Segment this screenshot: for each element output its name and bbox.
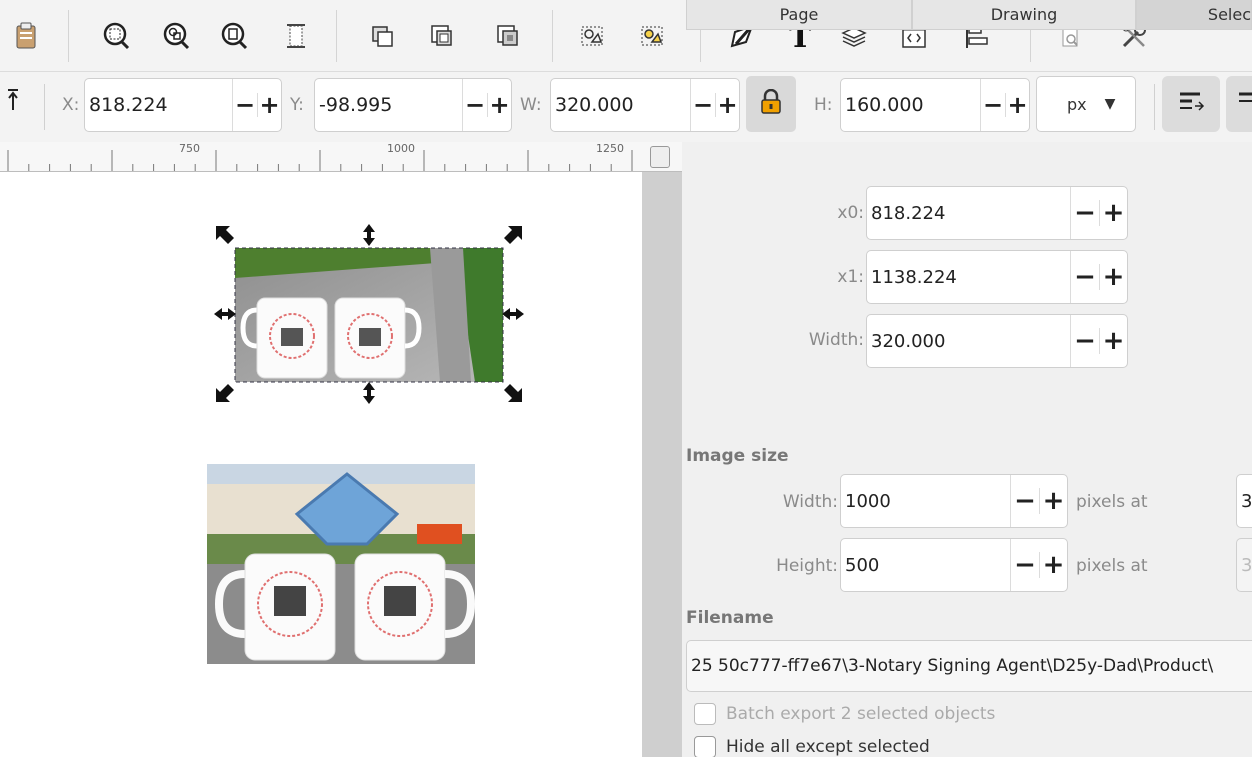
- ruler-label-750: 750: [179, 142, 200, 155]
- h-plus-button[interactable]: +: [1005, 93, 1029, 117]
- ruler-ticks: [7, 150, 633, 171]
- x0-value[interactable]: 818.224: [867, 203, 1070, 224]
- h-label: H:: [814, 95, 833, 115]
- hide-all-label: Hide all except selected: [726, 737, 930, 757]
- ruler-label-1000: 1000: [387, 142, 415, 155]
- image-width-plus-button[interactable]: +: [1039, 488, 1067, 514]
- transform-corners-button[interactable]: [1226, 76, 1252, 132]
- dpi-y-value: 3: [1241, 554, 1252, 576]
- area-width-value[interactable]: 320.000: [867, 331, 1070, 352]
- filename-heading: Filename: [686, 608, 774, 628]
- drawing-canvas[interactable]: [0, 172, 642, 757]
- y-label: Y:: [290, 95, 304, 115]
- image-height-field[interactable]: 500 − +: [840, 538, 1068, 592]
- image-height-label: Height:: [776, 556, 838, 576]
- batch-export-label: Batch export 2 selected objects: [726, 704, 996, 724]
- w-plus-button[interactable]: +: [715, 93, 739, 117]
- paste-icon[interactable]: [4, 12, 48, 60]
- h-minus-button[interactable]: −: [981, 93, 1005, 117]
- x1-value[interactable]: 1138.224: [867, 267, 1070, 288]
- image-height-value[interactable]: 500: [841, 555, 1010, 576]
- mug-photo-image[interactable]: [207, 464, 475, 664]
- image-size-heading: Image size: [686, 446, 789, 466]
- transform-corners-icon: [1236, 89, 1252, 119]
- batch-export-checkbox[interactable]: [694, 703, 716, 725]
- w-value[interactable]: 320.000: [551, 94, 690, 116]
- x1-field[interactable]: 1138.224 − +: [866, 250, 1128, 304]
- zoom-drawing-icon[interactable]: [154, 12, 198, 60]
- w-label: W:: [520, 95, 542, 115]
- x-minus-button[interactable]: −: [233, 93, 257, 117]
- lock-icon: [759, 88, 783, 119]
- image-width-minus-button[interactable]: −: [1011, 488, 1039, 514]
- tab-selection-label: Selec: [1207, 5, 1251, 24]
- x0-label: x0:: [837, 203, 864, 223]
- x0-minus-button[interactable]: −: [1071, 200, 1099, 226]
- x-value[interactable]: 818.224: [85, 94, 232, 116]
- ruler-corner-button[interactable]: [650, 146, 670, 168]
- x-field[interactable]: 818.224 − +: [84, 78, 282, 132]
- ungroup-icon[interactable]: [630, 12, 674, 60]
- area-width-minus-button[interactable]: −: [1071, 328, 1099, 354]
- group-icon[interactable]: [570, 12, 614, 60]
- area-width-plus-button[interactable]: +: [1099, 328, 1127, 354]
- lock-ratio-button[interactable]: [746, 76, 796, 132]
- h-value[interactable]: 160.000: [841, 94, 980, 116]
- y-field[interactable]: -98.995 − +: [314, 78, 512, 132]
- zoom-page-height-icon[interactable]: [274, 12, 318, 60]
- x1-label: x1:: [837, 267, 864, 287]
- image-width-label: Width:: [782, 492, 838, 512]
- tab-drawing-label: Drawing: [990, 5, 1058, 24]
- y-value[interactable]: -98.995: [315, 94, 462, 116]
- unlink-clone-icon[interactable]: [486, 12, 530, 60]
- x0-field[interactable]: 818.224 − +: [866, 186, 1128, 240]
- zoom-page-icon[interactable]: [212, 12, 256, 60]
- canvas-scrollbar[interactable]: [642, 172, 682, 757]
- y-minus-button[interactable]: −: [463, 93, 487, 117]
- w-minus-button[interactable]: −: [691, 93, 715, 117]
- x-plus-button[interactable]: +: [257, 93, 281, 117]
- x1-plus-button[interactable]: +: [1099, 264, 1127, 290]
- image-height-plus-button[interactable]: +: [1039, 552, 1067, 578]
- w-field[interactable]: 320.000 − +: [550, 78, 740, 132]
- filename-value[interactable]: 25 50c777-ff7e67\3-Notary Signing Agent\…: [691, 656, 1213, 676]
- dpi-y-field: 3: [1236, 538, 1252, 592]
- tab-selection[interactable]: Selec: [1136, 0, 1252, 30]
- clone-icon[interactable]: [420, 12, 464, 60]
- dpi-x-value[interactable]: 3: [1237, 491, 1252, 512]
- x-label: X:: [62, 95, 80, 115]
- image-width-value[interactable]: 1000: [841, 491, 1010, 512]
- duplicate-icon[interactable]: [360, 12, 404, 60]
- image-width-field[interactable]: 1000 − +: [840, 474, 1068, 528]
- unit-select[interactable]: px ▼: [1036, 76, 1136, 132]
- tab-drawing[interactable]: Drawing: [912, 0, 1136, 30]
- tab-page-label: Page: [779, 5, 819, 24]
- area-width-label: Width:: [808, 330, 864, 350]
- transform-stroke-icon: [1177, 89, 1205, 119]
- area-width-field[interactable]: 320.000 − +: [866, 314, 1128, 368]
- ruler-label-1250: 1250: [596, 142, 624, 155]
- height-pixels-at-label: pixels at: [1076, 556, 1148, 576]
- h-field[interactable]: 160.000 − +: [840, 78, 1030, 132]
- selected-mug-image[interactable]: [212, 222, 526, 406]
- image-height-minus-button[interactable]: −: [1011, 552, 1039, 578]
- horizontal-ruler[interactable]: 750 1000 1250: [0, 142, 682, 172]
- width-pixels-at-label: pixels at: [1076, 492, 1148, 512]
- hide-all-checkbox[interactable]: [694, 736, 716, 757]
- raise-to-top-icon[interactable]: [4, 88, 20, 116]
- tab-page[interactable]: Page: [686, 0, 912, 30]
- unit-value: px: [1067, 94, 1087, 114]
- chevron-down-icon: ▼: [1104, 96, 1116, 112]
- y-plus-button[interactable]: +: [487, 93, 511, 117]
- x0-plus-button[interactable]: +: [1099, 200, 1127, 226]
- x1-minus-button[interactable]: −: [1071, 264, 1099, 290]
- filename-input[interactable]: 25 50c777-ff7e67\3-Notary Signing Agent\…: [686, 640, 1252, 692]
- zoom-selection-icon[interactable]: [94, 12, 138, 60]
- transform-stroke-button[interactable]: [1162, 76, 1220, 132]
- dpi-x-field[interactable]: 3: [1236, 474, 1252, 528]
- inkscape-window: T X: 818.224 − + Y: -98.995 − + W: 320.0…: [0, 0, 1252, 757]
